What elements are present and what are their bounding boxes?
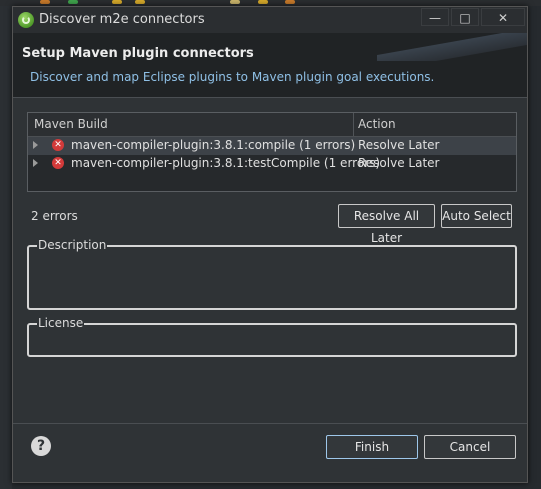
description-group: Description (27, 238, 517, 310)
maximize-button[interactable]: □ (451, 8, 479, 26)
auto-select-button[interactable]: Auto Select (441, 204, 512, 228)
banner-description: Discover and map Eclipse plugins to Mave… (30, 70, 435, 84)
license-label: License (37, 316, 85, 330)
banner-divider (13, 97, 527, 98)
row-plugin-name: maven-compiler-plugin:3.8.1:compile (1 e… (71, 138, 356, 152)
banner-decoration (377, 33, 527, 61)
discover-connectors-dialog: Discover m2e connectors — □ ✕ Setup Mave… (12, 6, 528, 483)
column-divider[interactable] (353, 113, 354, 136)
window-title: Discover m2e connectors (39, 12, 205, 27)
table-header: Maven Build Action (28, 113, 516, 137)
resolve-all-later-label: Resolve All Later (353, 209, 420, 245)
row-plugin-name: maven-compiler-plugin:3.8.1:testCompile … (71, 156, 381, 170)
resolve-all-later-button[interactable]: Resolve All Later (338, 204, 435, 245)
cancel-button[interactable]: Cancel (424, 435, 516, 459)
cancel-label: Cancel (449, 440, 491, 454)
error-count: 2 errors (31, 209, 78, 223)
column-header-action[interactable]: Action (358, 117, 396, 131)
wizard-banner: Setup Maven plugin connectors Discover a… (13, 33, 527, 97)
maven-build-table[interactable]: Maven Build Action ✕ maven-compiler-plug… (27, 112, 517, 192)
spring-leaf-icon (18, 12, 34, 28)
title-bar[interactable]: Discover m2e connectors — □ ✕ (13, 7, 527, 33)
window-controls: — □ ✕ (419, 8, 525, 28)
table-row[interactable]: ✕ maven-compiler-plugin:3.8.1:testCompil… (28, 155, 516, 173)
license-group: License (27, 316, 517, 357)
expand-arrow-icon[interactable] (33, 141, 38, 149)
error-icon: ✕ (52, 139, 64, 151)
table-row[interactable]: ✕ maven-compiler-plugin:3.8.1:compile (1… (28, 137, 516, 155)
close-button[interactable]: ✕ (481, 8, 525, 26)
row-action[interactable]: Resolve Later (358, 156, 439, 170)
column-header-maven-build[interactable]: Maven Build (34, 117, 108, 131)
minimize-button[interactable]: — (421, 8, 449, 26)
background-gutter (0, 0, 12, 489)
banner-title: Setup Maven plugin connectors (22, 46, 254, 61)
finish-button[interactable]: Finish (326, 435, 418, 459)
help-icon[interactable]: ? (31, 436, 51, 456)
row-action[interactable]: Resolve Later (358, 138, 439, 152)
description-label: Description (37, 238, 108, 252)
auto-select-label: Auto Select (442, 209, 511, 223)
finish-label: Finish (354, 440, 390, 454)
error-icon: ✕ (52, 157, 64, 169)
expand-arrow-icon[interactable] (33, 159, 38, 167)
button-bar-divider (13, 423, 527, 424)
